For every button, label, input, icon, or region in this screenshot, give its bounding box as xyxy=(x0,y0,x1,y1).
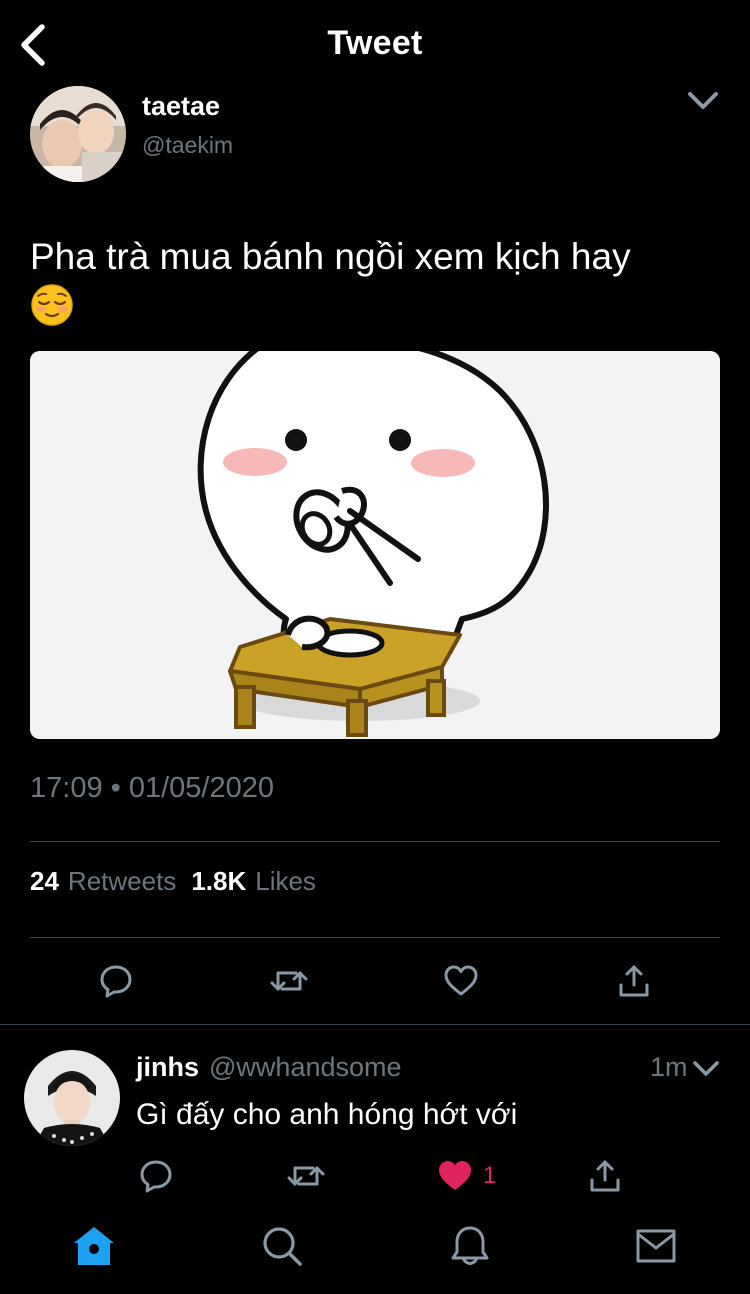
reply-share-button[interactable] xyxy=(588,1156,622,1196)
reply-menu-button[interactable] xyxy=(692,1058,720,1080)
share-icon xyxy=(619,965,649,997)
divider xyxy=(30,937,720,938)
bell-icon xyxy=(451,1226,489,1265)
share-button[interactable] xyxy=(614,961,654,1001)
retweet-button[interactable] xyxy=(269,961,309,1001)
reply-reply-button[interactable] xyxy=(138,1156,174,1196)
home-icon xyxy=(74,1227,114,1265)
retweets-count[interactable]: 24 xyxy=(30,866,59,897)
tweet-menu-button[interactable] xyxy=(686,88,720,114)
retweet-icon xyxy=(270,971,308,991)
tab-home[interactable] xyxy=(70,1222,118,1270)
author-name[interactable]: taetae xyxy=(142,91,220,122)
divider xyxy=(0,1024,750,1025)
tweet-date: 01/05/2020 xyxy=(128,772,275,804)
author-handle[interactable]: @taekim xyxy=(142,132,233,159)
chevron-down-icon xyxy=(693,1061,719,1076)
likes-label[interactable]: Likes xyxy=(255,866,316,897)
comment-icon xyxy=(140,1160,172,1193)
mail-icon xyxy=(636,1229,676,1263)
tweet-stats: 24 Retweets 1.8K Likes xyxy=(30,866,331,897)
reply-avatar[interactable] xyxy=(24,1050,120,1146)
retweet-icon xyxy=(287,1166,325,1186)
share-icon xyxy=(590,1160,620,1192)
reply-author-handle[interactable]: @wwhandsome xyxy=(209,1052,402,1083)
reply-like-count: 1 xyxy=(483,1162,497,1189)
like-button[interactable] xyxy=(441,961,481,1001)
tweet-text-content: Pha trà mua bánh ngồi xem kịch hay xyxy=(30,236,631,277)
heart-filled-icon xyxy=(439,1161,471,1190)
reply-retweet-button[interactable] xyxy=(287,1156,325,1196)
reply-text: Gì đấy cho anh hóng hớt với xyxy=(136,1098,518,1131)
bottom-tab-bar xyxy=(0,1206,750,1294)
tweet-text: Pha trà mua bánh ngồi xem kịch hay xyxy=(30,232,720,332)
reply-author-name[interactable]: jinhs xyxy=(136,1052,199,1083)
tweet-time: 17:09 xyxy=(30,772,103,804)
tweet-author: taetae @taekim xyxy=(30,86,720,182)
relieved-face-emoji-icon xyxy=(31,284,73,326)
comment-icon xyxy=(100,965,132,998)
tab-messages[interactable] xyxy=(632,1222,680,1270)
likes-count[interactable]: 1.8K xyxy=(191,866,246,897)
chevron-down-icon xyxy=(688,92,718,109)
page-title: Tweet xyxy=(327,24,423,62)
tweet-action-bar xyxy=(30,955,720,1007)
avatar[interactable] xyxy=(30,86,126,182)
tweet-media-image[interactable] xyxy=(30,351,720,739)
tab-search[interactable] xyxy=(258,1222,306,1270)
top-bar: Tweet xyxy=(0,0,750,88)
heart-icon xyxy=(444,965,478,996)
reply-like-button[interactable]: 1 xyxy=(437,1156,496,1196)
reply-tweet[interactable]: jinhs @wwhandsome 1m Gì đấy cho anh hóng… xyxy=(0,1026,750,1206)
tab-notifications[interactable] xyxy=(446,1222,494,1270)
reply-time: 1m xyxy=(650,1052,688,1082)
tweet-timestamp: 17:09 • 01/05/2020 xyxy=(30,772,274,805)
search-icon xyxy=(263,1227,302,1266)
reply-action-bar: 1 xyxy=(0,1156,750,1200)
retweets-label[interactable]: Retweets xyxy=(68,866,176,897)
reply-button[interactable] xyxy=(96,961,136,1001)
reply-header: jinhs @wwhandsome xyxy=(136,1052,402,1083)
timestamp-separator: • xyxy=(110,772,121,804)
divider xyxy=(30,841,720,842)
